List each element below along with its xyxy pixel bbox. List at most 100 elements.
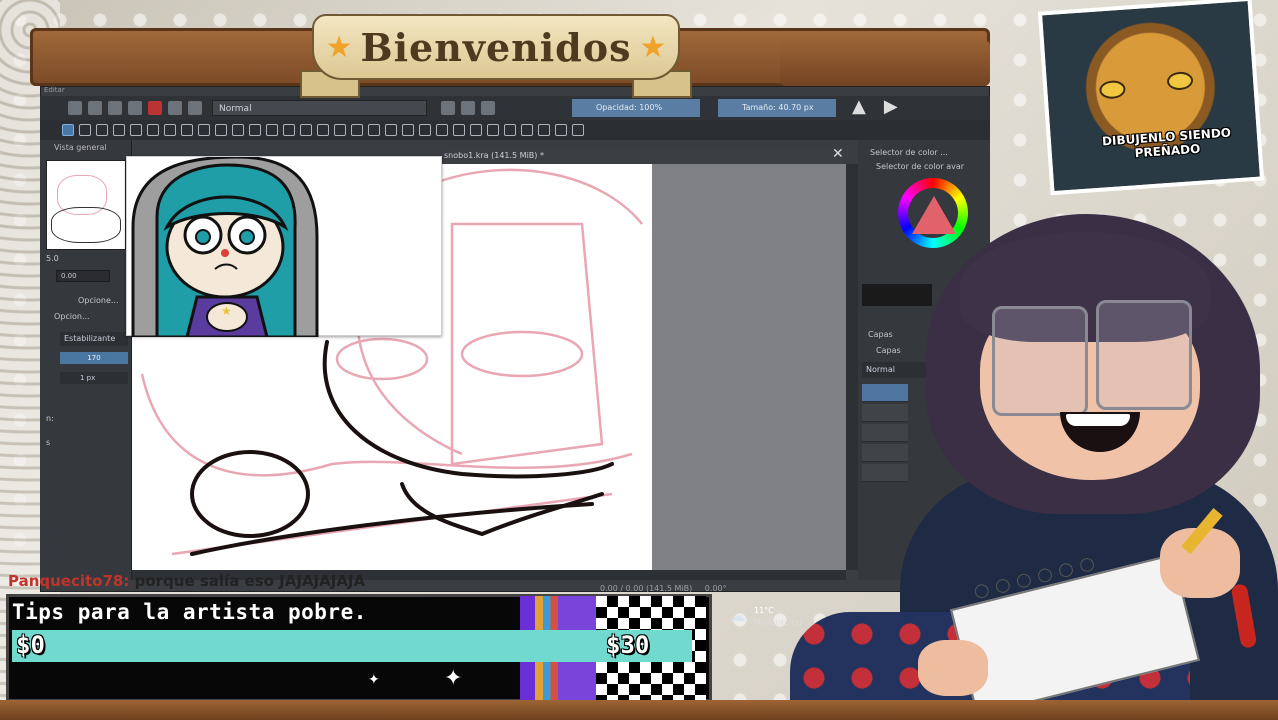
wood-plank-top-right	[780, 40, 990, 86]
bezier-select-tool-icon[interactable]	[521, 124, 533, 136]
enclose-fill-tool-icon[interactable]	[351, 124, 363, 136]
tool-options-label: Opcione...	[78, 296, 119, 305]
measure-tool-icon[interactable]	[385, 124, 397, 136]
gradient-icon[interactable]	[108, 101, 122, 115]
rotation-field[interactable]: 0.00	[56, 270, 110, 282]
blend-mode-select[interactable]: Normal	[212, 100, 427, 116]
avatar-glasses-lens	[992, 306, 1088, 416]
layers-tab[interactable]: Capas	[876, 346, 901, 355]
chat-text: porque salía eso JAJAJAJAJA	[134, 572, 366, 590]
avatar-glasses-lens	[1096, 300, 1192, 410]
sparkle-icon: ✦	[368, 672, 380, 688]
line-tool-icon[interactable]	[79, 124, 91, 136]
sketch-stroke	[460, 330, 584, 378]
sketch-stroke	[431, 168, 643, 225]
star-icon: ★	[639, 29, 667, 65]
reload-icon[interactable]	[481, 101, 495, 115]
alpha-lock-icon[interactable]	[461, 101, 475, 115]
document-tab[interactable]: snobo1.kra (141.5 MiB) *	[442, 148, 842, 164]
brush-size-slider[interactable]: Tamaño: 40.70 px	[718, 99, 836, 117]
mirror-vertical-icon[interactable]: ▶	[884, 96, 916, 117]
line-width-field[interactable]: 1 px	[60, 372, 128, 384]
color-selector-title: Selector de color ...	[870, 148, 948, 157]
magnetic-select-tool-icon[interactable]	[538, 124, 550, 136]
smart-patch-tool-icon[interactable]	[317, 124, 329, 136]
layer-blend-select[interactable]: Normal	[862, 362, 932, 378]
assistant-tool-icon[interactable]	[368, 124, 380, 136]
fill-tool-icon[interactable]	[334, 124, 346, 136]
rect-select-tool-icon[interactable]	[419, 124, 431, 136]
stabilizer-slider[interactable]: 170	[60, 352, 128, 364]
brush-preset-icon[interactable]	[188, 101, 202, 115]
color-selector-subtitle[interactable]: Selector de color avar	[876, 162, 964, 171]
thumb-sketch-stroke	[51, 207, 121, 243]
ellipse-tool-icon[interactable]	[113, 124, 125, 136]
contiguous-select-tool-icon[interactable]	[487, 124, 499, 136]
rectangle-tool-icon[interactable]	[96, 124, 108, 136]
similar-select-tool-icon[interactable]	[504, 124, 516, 136]
ellipse-select-tool-icon[interactable]	[436, 124, 448, 136]
color-picker-tool-icon[interactable]	[300, 124, 312, 136]
crop-tool-icon[interactable]	[266, 124, 278, 136]
top-toolbar: Normal	[40, 96, 990, 120]
polygon-select-tool-icon[interactable]	[453, 124, 465, 136]
polyline-tool-icon[interactable]	[147, 124, 159, 136]
layer-row[interactable]	[862, 424, 908, 442]
layer-row[interactable]	[862, 404, 908, 422]
reference-character-illustration: ★	[131, 155, 319, 339]
meme-eye	[1098, 79, 1127, 100]
multibrush-tool-icon[interactable]	[215, 124, 227, 136]
pan-tool-icon[interactable]	[572, 124, 584, 136]
layer-row[interactable]	[862, 444, 908, 462]
layer-row[interactable]	[862, 464, 908, 482]
bezier-tool-icon[interactable]	[164, 124, 176, 136]
move-tool-icon[interactable]	[249, 124, 261, 136]
ink-stroke	[190, 450, 310, 538]
new-document-icon[interactable]	[68, 101, 82, 115]
zoom-tool-icon[interactable]	[555, 124, 567, 136]
freehand-select-tool-icon[interactable]	[470, 124, 482, 136]
color-history-bar[interactable]	[862, 284, 932, 306]
ink-stroke	[322, 340, 614, 479]
layers-title: Capas	[868, 330, 893, 339]
opacity-slider[interactable]: Opacidad: 100%	[572, 99, 700, 117]
chat-username: Panquecito78:	[8, 572, 130, 590]
welcome-banner: ★ Bienvenidos ★	[312, 14, 680, 80]
avatar-teeth	[1066, 414, 1130, 426]
tool-options-tab[interactable]: Opcion...	[54, 312, 90, 321]
chat-message: Panquecito78: porque salía eso JAJAJAJAJ…	[8, 572, 608, 592]
freehand-brush-tool-icon[interactable]	[62, 124, 74, 136]
reference-tool-icon[interactable]	[402, 124, 414, 136]
weather-description: Mayorm. nu	[754, 618, 802, 627]
transform-tool-icon[interactable]	[232, 124, 244, 136]
pattern-icon[interactable]	[128, 101, 142, 115]
wood-plank-bottom	[0, 700, 1278, 720]
svg-text:★: ★	[221, 304, 232, 318]
reference-image[interactable]: ★	[126, 155, 442, 339]
freehand-path-tool-icon[interactable]	[181, 124, 193, 136]
overview-thumbnail[interactable]	[46, 160, 126, 250]
save-icon[interactable]	[88, 101, 102, 115]
mirror-horizontal-icon[interactable]: ▲	[852, 96, 884, 117]
overview-title: Vista general	[54, 143, 107, 152]
eraser-icon[interactable]	[441, 101, 455, 115]
menu-bar[interactable]: Editar	[44, 86, 944, 96]
misc-label: s	[46, 438, 51, 447]
layer-row[interactable]	[862, 384, 908, 402]
polygon-tool-icon[interactable]	[130, 124, 142, 136]
color-swatch-icon[interactable]	[148, 101, 162, 115]
dynamic-brush-tool-icon[interactable]	[198, 124, 210, 136]
color-triangle[interactable]	[912, 196, 956, 234]
memory-status: 0.00 / 0.00 (141.5 MiB)	[600, 584, 693, 593]
banner-title: Bienvenidos	[360, 24, 632, 70]
avatar-hand-left	[918, 640, 988, 696]
gradient-tool-icon[interactable]	[283, 124, 295, 136]
stabilizer-select[interactable]: Estabilizante	[60, 332, 128, 346]
mirror-tools[interactable]: ▲▶	[852, 96, 916, 117]
brush-settings-icon[interactable]	[168, 101, 182, 115]
weather-widget: ☁ 11°C Mayorm. nu	[724, 600, 814, 636]
close-document-icon[interactable]: ✕	[832, 146, 844, 162]
zoom-value: 5.0	[46, 254, 59, 263]
vertical-scrollbar[interactable]	[846, 164, 858, 570]
goal-title: Tips para la artista pobre.	[12, 600, 367, 624]
